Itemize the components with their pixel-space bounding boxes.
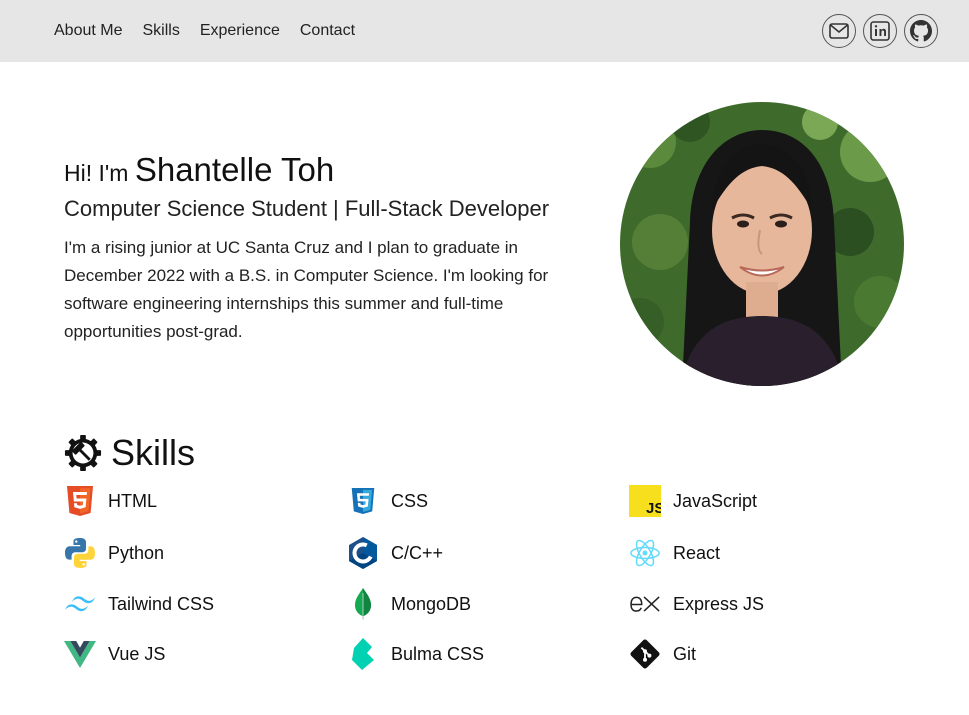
javascript-icon: JS <box>629 485 661 517</box>
about-section: Hi! I'm Shantelle Toh Computer Science S… <box>0 62 969 392</box>
nav-link-contact[interactable]: Contact <box>300 22 355 40</box>
skill-item-git: Git <box>629 638 696 670</box>
skill-label: MongoDB <box>391 593 472 614</box>
navbar: About Me Skills Experience Contact <box>0 0 969 62</box>
social-links <box>822 14 938 48</box>
gear-hammer-icon <box>64 434 102 472</box>
skill-label: React <box>673 542 721 563</box>
skill-item-cpp: C/C++ <box>347 537 443 569</box>
mail-icon <box>829 23 849 39</box>
python-icon <box>64 537 96 569</box>
vue-icon <box>64 638 96 670</box>
skill-label: Vue JS <box>108 643 166 664</box>
skill-item-tailwind: Tailwind CSS <box>64 588 214 620</box>
name-text: Shantelle Toh <box>134 151 335 188</box>
skill-item-vue: Vue JS <box>64 638 165 670</box>
profile-photo-illustration <box>620 102 904 386</box>
skill-item-javascript: JS JavaScript <box>629 485 757 517</box>
react-icon <box>629 537 661 569</box>
nav-link-experience[interactable]: Experience <box>200 22 280 40</box>
skill-label: CSS <box>391 490 429 511</box>
skill-item-express: Express JS <box>629 588 764 620</box>
css3-icon <box>347 485 379 517</box>
tailwind-icon <box>64 588 96 620</box>
skill-label: Express JS <box>673 593 765 614</box>
github-button[interactable] <box>904 14 938 48</box>
skill-item-mongodb: MongoDB <box>347 588 471 620</box>
skill-label: Tailwind CSS <box>108 593 215 614</box>
nav-link-skills[interactable]: Skills <box>142 22 179 40</box>
skill-label: C/C++ <box>391 542 444 563</box>
bio-text: I'm a rising junior at UC Santa Cruz and… <box>64 237 549 341</box>
greeting-heading: Hi! I'm Shantelle Toh <box>64 150 589 190</box>
nav-links: About Me Skills Experience Contact <box>54 22 355 40</box>
skill-label: JavaScript <box>673 490 758 511</box>
skill-label: Bulma CSS <box>391 643 485 664</box>
linkedin-icon <box>870 21 890 41</box>
skill-item-bulma: Bulma CSS <box>347 638 484 670</box>
skill-item-react: React <box>629 537 720 569</box>
hero-text: Hi! I'm Shantelle Toh Computer Science S… <box>64 150 589 346</box>
skills-heading: Skills <box>64 432 195 474</box>
html5-icon <box>64 485 96 517</box>
skill-label: Python <box>108 542 165 563</box>
profile-photo <box>620 102 904 386</box>
skill-item-python: Python <box>64 537 164 569</box>
skill-item-css: CSS <box>347 485 428 517</box>
subtitle: Computer Science Student | Full-Stack De… <box>64 195 550 221</box>
skill-label: Git <box>673 643 697 664</box>
cpp-icon <box>347 537 379 569</box>
bulma-icon <box>347 638 379 670</box>
greeting-text: Hi! I'm <box>64 160 129 186</box>
git-icon <box>629 638 661 670</box>
skill-label: HTML <box>108 490 157 511</box>
svg-text:JS: JS <box>646 500 661 517</box>
github-icon <box>910 20 932 42</box>
email-button[interactable] <box>822 14 856 48</box>
express-icon <box>629 588 661 620</box>
skills-title: Skills <box>111 432 196 473</box>
nav-link-about-me[interactable]: About Me <box>54 22 122 40</box>
mongodb-icon <box>347 588 379 620</box>
linkedin-button[interactable] <box>863 14 897 48</box>
skill-item-html: HTML <box>64 485 157 517</box>
